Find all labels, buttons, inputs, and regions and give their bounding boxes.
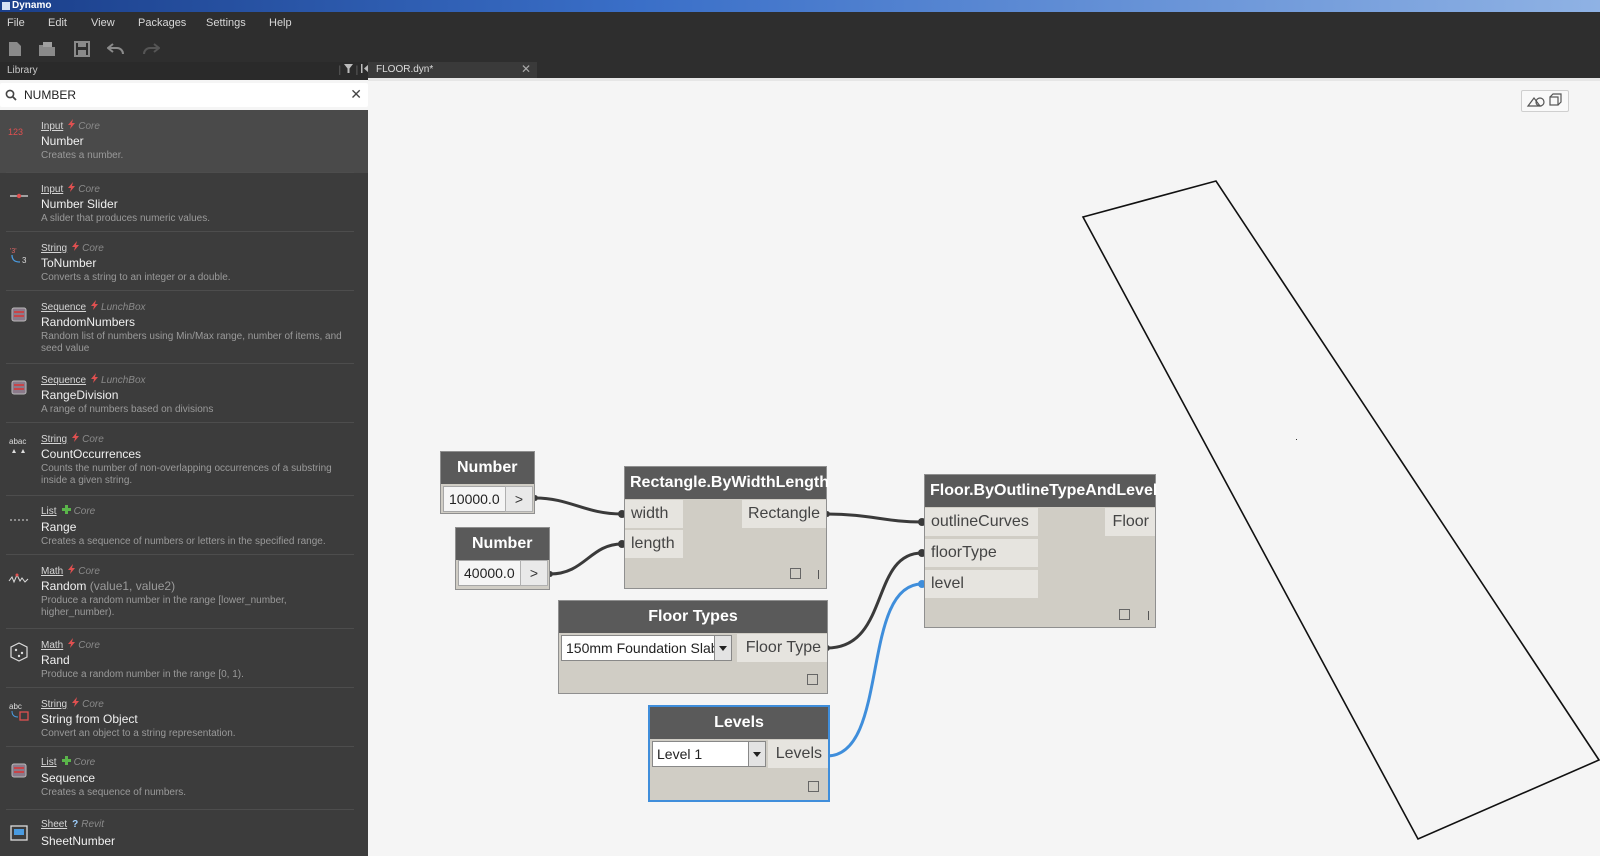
number-value-field[interactable]: 10000.0	[443, 486, 508, 512]
floor-outline-preview	[1081, 180, 1600, 841]
node-title: Floor.ByOutlineTypeAndLevel	[925, 475, 1157, 507]
input-port-level[interactable]: level	[925, 570, 1038, 598]
input-port-width[interactable]: width	[625, 500, 683, 528]
floor-types-node[interactable]: Floor Types 150mm Foundation Slab Floor …	[558, 600, 828, 694]
wire-length	[549, 542, 623, 576]
output-port-levels[interactable]: Levels	[768, 740, 828, 768]
preview-toggle-icon[interactable]	[808, 781, 819, 792]
levels-node[interactable]: Levels Level 1 Levels	[648, 705, 830, 802]
output-port-rectangle[interactable]: Rectangle	[742, 500, 826, 528]
number-value-field[interactable]: 40000.0	[458, 560, 523, 586]
preview-toggle-icon[interactable]	[807, 674, 818, 685]
input-port-floor-type[interactable]: floorType	[925, 539, 1038, 567]
number-node-length[interactable]: Number 40000.0 >	[455, 527, 550, 590]
preview-toggle-icon[interactable]	[1119, 609, 1130, 620]
node-title: Number	[456, 528, 549, 560]
wire-floor-type	[826, 551, 923, 650]
level-selected: Level 1	[657, 746, 703, 762]
level-dropdown[interactable]: Level 1	[652, 741, 766, 767]
floor-type-selected: 150mm Foundation Slab	[566, 640, 719, 656]
chevron-down-icon[interactable]	[748, 742, 765, 766]
node-title: Number	[441, 452, 534, 484]
wire-width	[534, 496, 623, 516]
floor-by-outline-type-and-level-node[interactable]: Floor.ByOutlineTypeAndLevel outlineCurve…	[924, 474, 1157, 628]
node-title: Levels	[650, 707, 828, 739]
preview-toggle-icon[interactable]	[790, 568, 801, 579]
node-title: Rectangle.ByWidthLength	[625, 467, 829, 499]
rectangle-by-width-length-node[interactable]: Rectangle.ByWidthLength width length Rec…	[624, 466, 829, 589]
chevron-down-icon[interactable]	[714, 636, 731, 660]
number-node-width[interactable]: Number 10000.0 >	[440, 451, 535, 514]
wire-outline-curves	[826, 512, 923, 524]
node-title: Floor Types	[559, 601, 827, 633]
input-port-outline-curves[interactable]: outlineCurves	[925, 508, 1038, 536]
input-port-length[interactable]: length	[625, 530, 683, 558]
number-output-port[interactable]: >	[520, 560, 548, 586]
floor-type-dropdown[interactable]: 150mm Foundation Slab	[561, 635, 732, 661]
output-port-floor[interactable]: Floor	[1105, 508, 1155, 536]
output-port-floor-type[interactable]: Floor Type	[737, 634, 827, 662]
number-output-port[interactable]: >	[505, 486, 533, 512]
